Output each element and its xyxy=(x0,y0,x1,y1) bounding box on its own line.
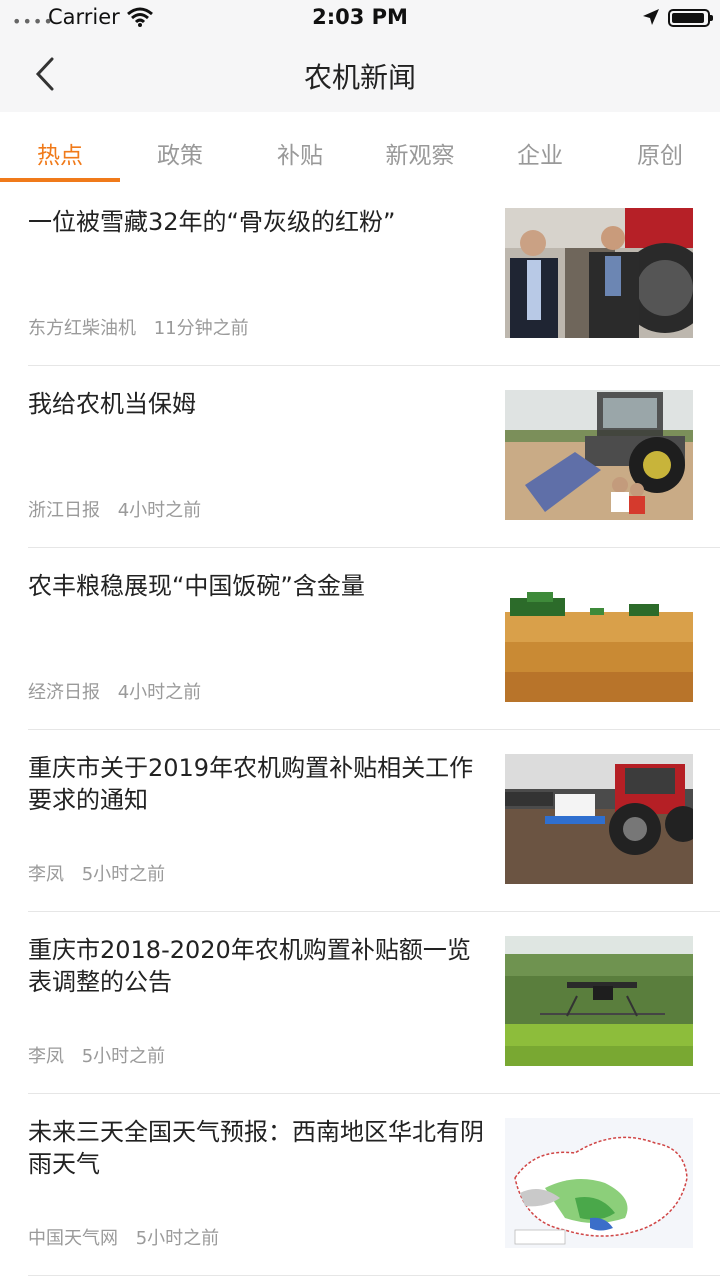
news-title: 我给农机当保姆 xyxy=(28,390,196,418)
tab-new-observation[interactable]: 新观察 xyxy=(360,136,480,170)
news-time: 4小时之前 xyxy=(117,682,202,703)
tab-hot[interactable]: 热点 xyxy=(0,136,120,170)
news-time: 11分钟之前 xyxy=(153,318,249,339)
news-time: 5小时之前 xyxy=(81,1046,166,1067)
battery-icon xyxy=(668,9,713,27)
news-title: 重庆市2018-2020年农机购置补贴额一览表调整的公告 xyxy=(28,936,471,996)
page-title: 农机新闻 xyxy=(303,61,416,94)
news-meta: 李凤 5小时之前 xyxy=(28,1042,165,1068)
news-item[interactable]: 一位被雪藏32年的“骨灰级的红粉” 东方红柴油机 11分钟之前 xyxy=(0,184,720,366)
status-bar: •••• Carrier 2:03 PM xyxy=(0,0,720,36)
news-thumbnail xyxy=(505,754,693,884)
tab-subsidy[interactable]: 补贴 xyxy=(240,136,360,170)
news-item[interactable]: 农丰粮稳展现“中国饭碗”含金量 经济日报 4小时之前 xyxy=(0,548,720,730)
news-time: 4小时之前 xyxy=(117,500,202,521)
news-item[interactable]: 重庆市关于2019年农机购置补贴相关工作要求的通知 李凤 5小时之前 xyxy=(0,730,720,912)
news-source: 李凤 xyxy=(28,1046,64,1067)
news-thumbnail xyxy=(505,572,693,702)
category-tabs: 热点 政策 补贴 新观察 企业 原创 xyxy=(0,112,720,184)
news-time: 5小时之前 xyxy=(81,864,166,885)
nav-bar: 农机新闻 xyxy=(0,36,720,112)
news-meta: 东方红柴油机 11分钟之前 xyxy=(28,314,249,340)
news-source: 中国天气网 xyxy=(28,1228,118,1249)
clock: 2:03 PM xyxy=(312,5,408,29)
news-thumbnail xyxy=(505,208,693,338)
news-thumbnail xyxy=(505,1118,693,1248)
news-title: 一位被雪藏32年的“骨灰级的红粉” xyxy=(28,208,396,236)
news-title: 重庆市关于2019年农机购置补贴相关工作要求的通知 xyxy=(28,754,474,814)
news-meta: 李凤 5小时之前 xyxy=(28,860,165,886)
news-meta: 浙江日报 4小时之前 xyxy=(28,496,201,522)
location-arrow-icon xyxy=(643,9,659,25)
news-thumbnail xyxy=(505,936,693,1066)
news-thumbnail xyxy=(505,390,693,520)
tab-original[interactable]: 原创 xyxy=(600,136,720,170)
news-item[interactable]: 我给农机当保姆 浙江日报 4小时之前 xyxy=(0,366,720,548)
news-item[interactable]: 未来三天全国天气预报：西南地区华北有阴雨天气 中国天气网 5小时之前 xyxy=(0,1094,720,1276)
news-source: 李凤 xyxy=(28,864,64,885)
news-meta: 中国天气网 5小时之前 xyxy=(28,1224,219,1250)
news-title: 农丰粮稳展现“中国饭碗”含金量 xyxy=(28,572,365,600)
news-source: 东方红柴油机 xyxy=(28,318,136,339)
active-tab-indicator xyxy=(0,178,120,182)
tab-policy[interactable]: 政策 xyxy=(120,136,240,170)
divider xyxy=(28,1275,720,1276)
news-time: 5小时之前 xyxy=(135,1228,220,1249)
news-source: 浙江日报 xyxy=(28,500,100,521)
news-item[interactable]: 重庆市2018-2020年农机购置补贴额一览表调整的公告 李凤 5小时之前 xyxy=(0,912,720,1094)
news-title: 未来三天全国天气预报：西南地区华北有阴雨天气 xyxy=(28,1118,484,1178)
tab-enterprise[interactable]: 企业 xyxy=(480,136,600,170)
news-source: 经济日报 xyxy=(28,682,100,703)
news-meta: 经济日报 4小时之前 xyxy=(28,678,201,704)
